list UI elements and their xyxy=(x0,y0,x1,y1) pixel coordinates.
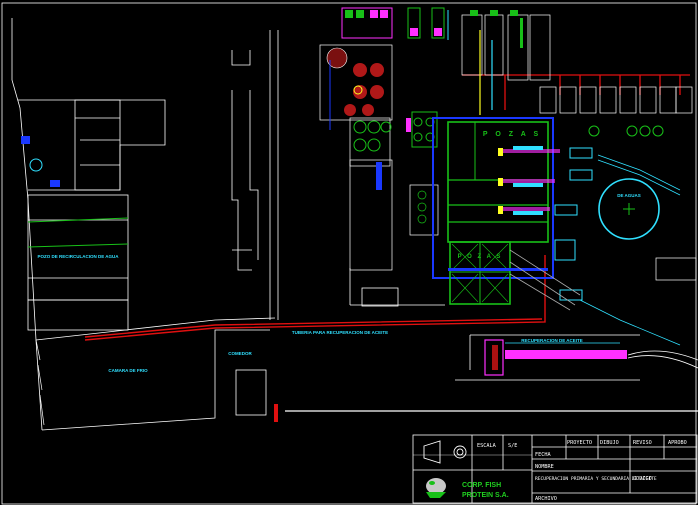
right-pumps xyxy=(554,147,593,301)
pond-pipes xyxy=(579,154,681,346)
red-valve xyxy=(274,404,278,422)
company-name-2: PROTEIN S.A. xyxy=(462,492,509,499)
svg-text:S/E: S/E xyxy=(508,443,517,449)
svg-text:ESCALA: ESCALA xyxy=(477,443,497,449)
svg-text:CODIGO: CODIGO xyxy=(633,476,652,482)
blue-pump-icon xyxy=(29,158,43,172)
svg-text:ARCHIVO: ARCHIVO xyxy=(535,496,557,502)
tank-label: RECUPERACION DE ACEITE xyxy=(521,338,583,343)
pozas-top-label: P O Z A S xyxy=(483,131,541,138)
tanks-cluster xyxy=(319,44,393,121)
svg-text:APROBO: APROBO xyxy=(668,440,687,446)
middle-walls xyxy=(231,50,259,271)
company-logo xyxy=(426,478,446,498)
top-conveyors xyxy=(461,14,693,114)
plant-layout-plan: POZO DE RECIRCULACION DE AGUA CAMARA DE … xyxy=(1,2,698,505)
svg-text:NOMBRE: NOMBRE xyxy=(535,464,554,470)
camara-frio-label: CAMARA DE FRIO xyxy=(108,368,148,373)
magenta-flow-lines xyxy=(500,149,560,211)
blue-box xyxy=(50,180,60,187)
yellow-valves xyxy=(498,148,503,214)
pozo-label: POZO DE RECIRCULACION DE AGUA xyxy=(37,254,119,259)
pond-label: DE AGUAS xyxy=(617,193,641,198)
title-block xyxy=(412,434,698,504)
cooker-equipment xyxy=(341,7,445,39)
blue-box xyxy=(21,136,30,144)
tuberia-label: TUBERIA PARA RECUPERACION DE ACEITE xyxy=(292,330,388,335)
projection-symbol xyxy=(423,440,467,464)
svg-text:DIBUJO: DIBUJO xyxy=(600,440,619,446)
small-circles xyxy=(588,125,664,137)
svg-text:FECHA: FECHA xyxy=(535,452,551,458)
decanter-area xyxy=(349,159,439,271)
pozas-bottom-label: P O Z A S xyxy=(458,254,503,260)
comedor-outline xyxy=(235,369,267,416)
lower-left-buildings xyxy=(349,268,445,307)
right-box xyxy=(655,257,697,281)
tank-green-line xyxy=(27,243,129,248)
top-green-marks xyxy=(470,10,523,48)
cad-drawing: POZO DE RECIRCULACION DE AGUA CAMARA DE … xyxy=(0,0,698,505)
comedor-label: COMEDOR xyxy=(228,351,252,356)
company-name-1: CORP. FISH xyxy=(462,482,501,489)
pozas-bottom-ledge xyxy=(448,268,548,271)
svg-text:REVISO: REVISO xyxy=(633,440,652,446)
svg-text:PROYECTO: PROYECTO xyxy=(567,440,592,446)
